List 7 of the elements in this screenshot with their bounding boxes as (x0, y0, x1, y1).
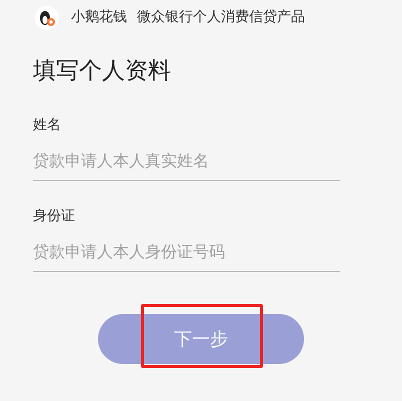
brand-name: 小鹅花钱 (71, 8, 127, 27)
input-field[interactable]: 贷款申请人本人真实姓名 (33, 141, 340, 181)
input-field[interactable]: 贷款申请人本人身份证号码 (33, 232, 340, 272)
field-label: 身份证 (33, 207, 76, 225)
field-label: 姓名 (33, 116, 62, 134)
brand-tagline: 微众银行个人消费信贷产品 (137, 8, 305, 27)
page-title: 填写个人资料 (33, 57, 172, 86)
